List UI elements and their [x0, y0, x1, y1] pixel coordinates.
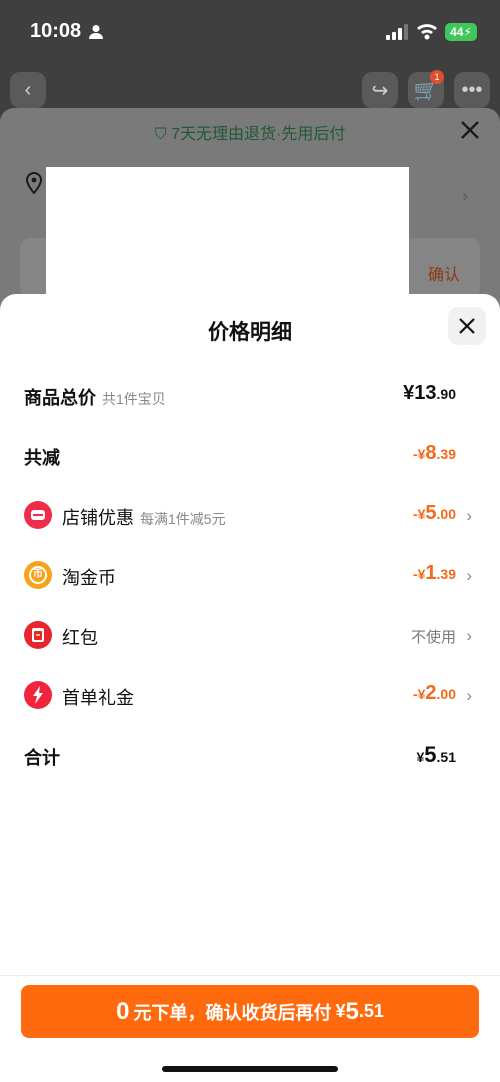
row-first-order-bonus[interactable]: 首单礼金 -¥2.00 ›	[0, 676, 500, 716]
row-label: 店铺优惠 每满1件减5元	[62, 508, 226, 528]
divider	[0, 975, 500, 976]
row-total-discount: 共减 -¥8.39	[0, 436, 500, 476]
row-grand-total: 合计 ¥5.51	[0, 736, 500, 776]
battery-level: 44	[450, 25, 464, 39]
status-bar: 10:08 44 ⚡	[0, 0, 500, 64]
person-icon	[89, 25, 103, 39]
share-icon: ↪	[371, 79, 389, 102]
address-redaction	[46, 167, 409, 297]
row-value: -¥8.39	[412, 442, 456, 464]
background-nav: ‹ ↪ 🛒 •••	[0, 64, 500, 112]
row-total-price: 商品总价 共1件宝贝 ¥13.90	[0, 376, 500, 416]
close-button[interactable]	[448, 307, 486, 345]
place-order-button[interactable]: 0 元下单，确认收货后再付 ¥ 5 .51	[21, 985, 479, 1038]
row-value: -¥1.39	[412, 562, 456, 584]
row-value: ¥5.51	[416, 742, 456, 767]
row-label: 淘金币	[62, 568, 116, 588]
close-icon	[459, 318, 475, 334]
location-pin-icon	[25, 172, 43, 194]
back-button[interactable]: ‹	[10, 72, 46, 108]
signal-icon	[386, 24, 408, 40]
background-confirm-button[interactable]: 确认	[428, 261, 460, 285]
lightning-icon	[24, 681, 52, 709]
cta-currency: ¥	[335, 1001, 346, 1021]
row-store-discount[interactable]: 店铺优惠 每满1件减5元 -¥5.00 ›	[0, 496, 500, 536]
battery-indicator: 44 ⚡	[445, 23, 477, 41]
row-value: 不使用	[410, 629, 456, 646]
row-value: -¥2.00	[412, 682, 456, 704]
chevron-right-icon: ›	[466, 566, 472, 585]
chevron-right-icon: ›	[466, 686, 472, 705]
sheet-title: 价格明细	[208, 321, 292, 344]
row-sub: 共1件宝贝	[102, 391, 166, 407]
guarantee-banner: ⛉ 7天无理由退货·先用后付	[0, 120, 500, 144]
charging-icon: ⚡	[463, 25, 472, 39]
row-red-envelope[interactable]: 红包 不使用 ›	[0, 616, 500, 656]
share-button[interactable]: ↪	[362, 72, 398, 108]
row-label: 商品总价 共1件宝贝	[24, 388, 166, 408]
row-label: 合计	[24, 748, 60, 768]
more-icon: •••	[461, 78, 483, 101]
chevron-right-icon: ›	[466, 626, 472, 645]
row-value: -¥5.00	[412, 502, 456, 524]
coin-icon: 币	[24, 561, 52, 589]
shield-check-icon: ⛉	[154, 126, 167, 143]
chevron-right-icon: ›	[462, 186, 468, 206]
cta-amount-decimal: .51	[358, 1001, 384, 1021]
row-taobao-coins[interactable]: 币 淘金币 -¥1.39 ›	[0, 556, 500, 596]
cta-lead: 0	[116, 997, 130, 1025]
row-value: ¥13.90	[403, 382, 456, 404]
close-icon[interactable]	[458, 118, 482, 142]
wifi-icon	[417, 24, 437, 40]
cta-amount: 5	[345, 997, 359, 1025]
status-time: 10:08	[30, 20, 82, 42]
cart-badge: 1	[430, 70, 444, 84]
red-envelope-icon	[24, 621, 52, 649]
row-label: 首单礼金	[62, 688, 134, 708]
chevron-left-icon: ‹	[24, 78, 32, 101]
guarantee-text: 7天无理由退货·先用后付	[171, 126, 346, 143]
home-indicator[interactable]	[162, 1066, 338, 1072]
row-label: 红包	[62, 628, 98, 648]
row-sub: 每满1件减5元	[140, 511, 226, 527]
row-label: 共减	[24, 448, 60, 468]
chevron-right-icon: ›	[466, 506, 472, 525]
more-button[interactable]: •••	[454, 72, 490, 108]
cta-text: 元下单，确认收货后再付	[133, 1002, 332, 1023]
store-icon	[24, 501, 52, 529]
